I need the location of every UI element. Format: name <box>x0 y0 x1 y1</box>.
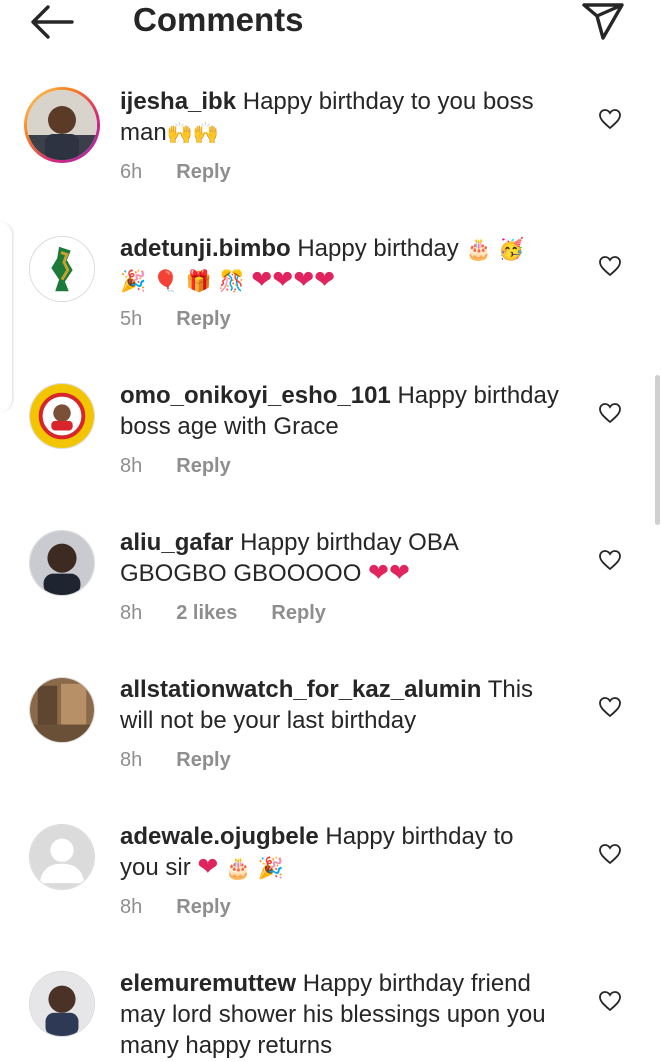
comment-text: adewale.ojugbele Happy birthday to you s… <box>120 821 580 884</box>
heart-icon[interactable] <box>598 549 622 571</box>
comment-item: adewale.ojugbele Happy birthday to you s… <box>0 819 662 966</box>
reply-button[interactable]: Reply <box>271 602 325 624</box>
party-emoji: 🎉 🎈 🎁 🎊 <box>120 269 245 293</box>
comment-text: elemuremuttew Happy birthday friend may … <box>120 968 580 1061</box>
avatar-photo <box>30 384 94 448</box>
comment-item: allstationwatch_for_kaz_alumin This will… <box>0 672 662 819</box>
paper-plane-icon[interactable] <box>580 0 626 42</box>
heart-icon[interactable] <box>598 108 622 130</box>
avatar[interactable] <box>29 383 95 449</box>
comment-username[interactable]: allstationwatch_for_kaz_alumin <box>120 676 481 703</box>
reply-button[interactable]: Reply <box>176 161 230 183</box>
red-hearts-emoji: ❤❤ <box>368 559 410 587</box>
comment-item: elemuremuttew Happy birthday friend may … <box>0 966 662 1062</box>
comment-item: adetunji.bimbo Happy birthday 🎂 🥳 🎉 🎈 🎁 … <box>0 231 662 378</box>
comment-meta: 5h Reply <box>120 307 265 331</box>
comment-username[interactable]: ijesha_ibk <box>120 88 236 115</box>
comment-timestamp: 8h <box>120 455 143 477</box>
comment-body: Happy birthday <box>297 235 459 262</box>
comment-item: ijesha_ibk Happy birthday to you boss ma… <box>0 84 662 231</box>
page-title: Comments <box>133 1 304 38</box>
comment-username[interactable]: adewale.ojugbele <box>120 823 319 850</box>
heart-icon[interactable] <box>598 402 622 424</box>
avatar-photo <box>30 678 94 742</box>
default-avatar-icon <box>30 825 94 889</box>
comment-timestamp: 5h <box>120 308 143 330</box>
red-heart-emoji: ❤ <box>197 853 219 881</box>
comment-item: omo_onikoyi_esho_101 Happy birthday boss… <box>0 378 662 525</box>
heart-icon[interactable] <box>598 990 622 1012</box>
comment-timestamp: 8h <box>120 602 143 624</box>
reply-button[interactable]: Reply <box>176 308 230 330</box>
comment-body-line2: GBOGBO GBOOOOO <box>120 560 362 587</box>
avatar-photo <box>30 237 94 301</box>
avatar[interactable] <box>29 971 95 1037</box>
comment-meta: 8h Reply <box>120 895 265 919</box>
comment-timestamp: 8h <box>120 749 143 771</box>
heart-icon[interactable] <box>598 696 622 718</box>
avatar-photo <box>30 531 94 595</box>
reply-button[interactable]: Reply <box>176 749 230 771</box>
comment-item: aliu_gafar Happy birthday OBA GBOGBO GBO… <box>0 525 662 672</box>
comment-meta: 6h Reply <box>120 160 265 184</box>
comment-text: allstationwatch_for_kaz_alumin This will… <box>120 674 580 736</box>
avatar-photo <box>27 90 97 160</box>
comment-body: Happy birthday friend <box>302 970 531 997</box>
comment-text: omo_onikoyi_esho_101 Happy birthday boss… <box>120 380 580 442</box>
comment-username[interactable]: aliu_gafar <box>120 529 233 556</box>
avatar[interactable] <box>29 236 95 302</box>
comment-body: Happy birthday <box>397 382 559 409</box>
arrow-left-icon[interactable] <box>28 3 76 41</box>
comment-body-line3: many happy returns <box>120 1032 333 1059</box>
raising-hands-emoji: 🙌🙌 <box>166 121 219 145</box>
comment-username[interactable]: omo_onikoyi_esho_101 <box>120 382 391 409</box>
comment-body: Happy birthday to <box>325 823 514 850</box>
header-bar: Comments <box>0 0 662 44</box>
comment-meta: 8h Reply <box>120 748 265 772</box>
avatar-photo <box>30 972 94 1036</box>
red-hearts-emoji: ❤❤❤❤ <box>251 266 336 294</box>
comment-username[interactable]: elemuremuttew <box>120 970 296 997</box>
comment-meta: 8h 2 likes Reply <box>120 601 360 625</box>
comment-meta: 8h Reply <box>120 454 265 478</box>
comment-body-line2: you sir <box>120 854 191 881</box>
avatar[interactable] <box>24 87 100 163</box>
comment-timestamp: 8h <box>120 896 143 918</box>
avatar[interactable] <box>29 677 95 743</box>
avatar[interactable] <box>29 530 95 596</box>
birthday-emoji: 🎂 🥳 <box>465 237 525 261</box>
reply-button[interactable]: Reply <box>176 455 230 477</box>
comment-body-line2: man <box>120 119 167 146</box>
comment-timestamp: 6h <box>120 161 143 183</box>
comment-body: Happy birthday OBA <box>240 529 459 556</box>
comment-text: aliu_gafar Happy birthday OBA GBOGBO GBO… <box>120 527 580 589</box>
comment-text: ijesha_ibk Happy birthday to you boss ma… <box>120 86 580 149</box>
comment-body: This <box>487 676 534 703</box>
comment-username[interactable]: adetunji.bimbo <box>120 235 291 262</box>
avatar[interactable] <box>29 824 95 890</box>
comment-body: Happy birthday to you boss <box>242 88 534 115</box>
heart-icon[interactable] <box>598 843 622 865</box>
comment-body-line2: may lord shower his blessings upon you <box>120 1001 546 1028</box>
comment-body-line2: will not be your last birthday <box>120 707 417 734</box>
cake-party-emoji: 🎂 🎉 <box>224 856 284 880</box>
comment-text: adetunji.bimbo Happy birthday 🎂 🥳 🎉 🎈 🎁 … <box>120 233 580 297</box>
reply-button[interactable]: Reply <box>176 896 230 918</box>
heart-icon[interactable] <box>598 255 622 277</box>
likes-count-button[interactable]: 2 likes <box>176 602 237 624</box>
comment-body-line2: boss age with Grace <box>120 413 339 440</box>
